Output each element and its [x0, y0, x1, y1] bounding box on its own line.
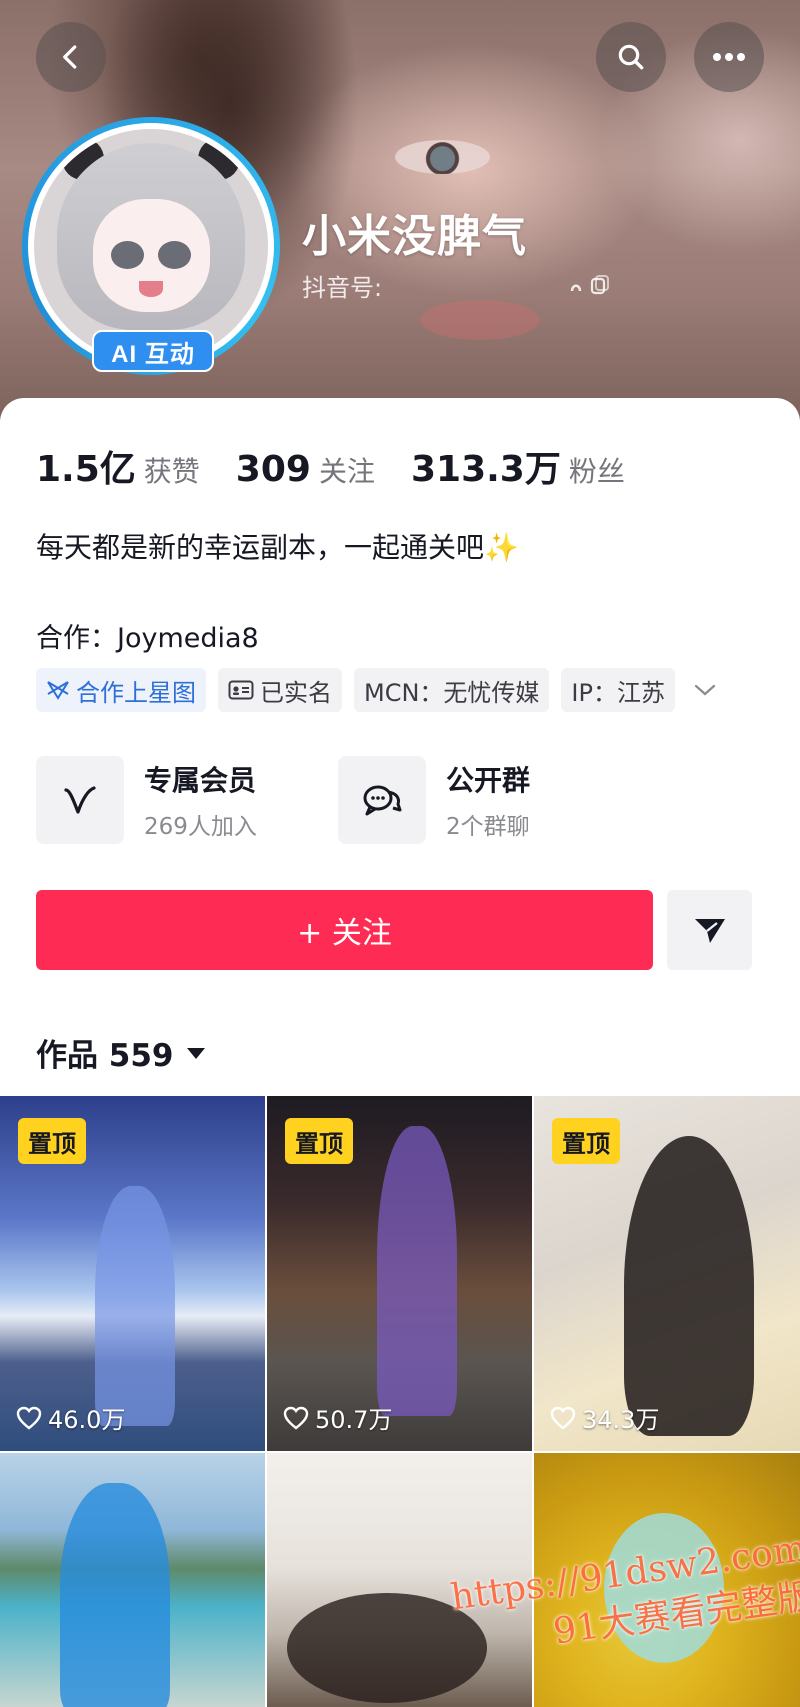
- profile-info-card: 1.5亿 获赞 309 关注 313.3万 粉丝 每天都是新的幸运副本，一起通关…: [0, 398, 800, 1098]
- cover-image-lips: [420, 300, 540, 340]
- ai-interact-badge[interactable]: AI 互动: [92, 330, 214, 372]
- tag-mcn[interactable]: MCN：无忧传媒: [354, 668, 550, 712]
- back-button[interactable]: [36, 22, 106, 92]
- search-button[interactable]: [596, 22, 666, 92]
- more-dots-icon: [713, 53, 745, 61]
- profile-tags: 合作上星图 已实名 MCN：无忧传媒 IP：江苏: [36, 668, 717, 712]
- cooperation-text: 合作：Joymedia8: [36, 623, 259, 654]
- copy-icon: [570, 274, 610, 294]
- group-count: 2个群聊: [446, 814, 530, 840]
- send-icon: [694, 919, 725, 943]
- cover-image-eye: [395, 140, 490, 174]
- share-button[interactable]: [667, 890, 752, 970]
- video-likes: 34.3万: [550, 1400, 659, 1435]
- heart-icon: [283, 1406, 309, 1430]
- chevron-down-icon: [694, 684, 716, 696]
- more-button[interactable]: [694, 22, 764, 92]
- heart-icon: [550, 1406, 576, 1430]
- pinned-badge: 置顶: [552, 1118, 620, 1164]
- following-label: 关注: [318, 455, 375, 488]
- heart-icon: [16, 1406, 42, 1430]
- stats-row: 1.5亿 获赞 309 关注 313.3万 粉丝: [36, 440, 661, 492]
- profile-name: 小米没脾气: [302, 211, 527, 262]
- exclusive-membership[interactable]: 专属会员 269人加入: [36, 756, 306, 844]
- douyin-id-label: 抖音号:: [302, 274, 383, 302]
- douyin-id: 抖音号:: [302, 268, 612, 303]
- works-count: 作品 559: [36, 1038, 174, 1074]
- likes-count[interactable]: 1.5亿: [36, 440, 136, 492]
- membership-title: 专属会员: [144, 764, 257, 797]
- followers-label: 粉丝: [568, 455, 625, 488]
- services-row: 专属会员 269人加入 公开群 2个群聊: [36, 756, 608, 844]
- likes-label: 获赞: [143, 455, 200, 488]
- group-title: 公开群: [446, 764, 531, 797]
- public-group[interactable]: 公开群 2个群聊: [338, 756, 608, 844]
- chat-bubbles-icon: [363, 785, 402, 816]
- video-tile[interactable]: 置顶 46.0万: [0, 1096, 265, 1451]
- tag-verified[interactable]: 已实名: [218, 668, 342, 712]
- following-count[interactable]: 309: [236, 449, 311, 490]
- follow-button[interactable]: + 关注: [36, 890, 653, 970]
- video-tile[interactable]: 置顶 50.7万: [267, 1096, 532, 1451]
- triangle-down-icon: [186, 1047, 205, 1059]
- copy-button[interactable]: [568, 274, 612, 297]
- works-tab[interactable]: 作品 559: [36, 1030, 206, 1075]
- pinned-badge: 置顶: [18, 1118, 86, 1164]
- pinned-badge: 置顶: [285, 1118, 353, 1164]
- star-map-icon: [47, 681, 69, 700]
- followers-count[interactable]: 313.3万: [411, 440, 561, 492]
- search-icon: [618, 44, 644, 70]
- video-tile[interactable]: 置顶 34.3万: [534, 1096, 800, 1451]
- video-likes: 46.0万: [16, 1400, 125, 1435]
- tag-star-map[interactable]: 合作上星图: [36, 668, 206, 712]
- tag-ip-location[interactable]: IP：江苏: [561, 668, 675, 712]
- id-card-icon: [228, 680, 254, 700]
- video-tile[interactable]: [0, 1453, 265, 1707]
- membership-count: 269人加入: [144, 814, 257, 840]
- expand-tags-button[interactable]: [693, 682, 717, 698]
- v-vip-icon: [64, 786, 96, 814]
- video-likes: 50.7万: [283, 1400, 392, 1435]
- profile-cover: AI 互动 小米没脾气 抖音号:: [0, 0, 800, 420]
- bio-text: 每天都是新的幸运副本，一起通关吧✨: [36, 531, 519, 564]
- chevron-left-icon: [63, 45, 77, 69]
- avatar-image: [34, 129, 268, 363]
